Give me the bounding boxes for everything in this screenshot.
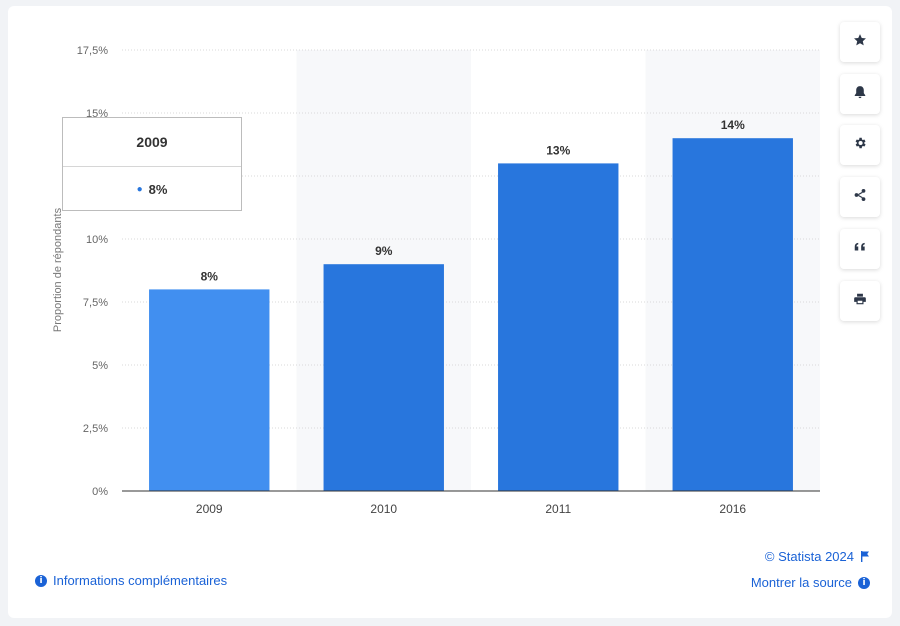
bar-2016[interactable]	[672, 138, 793, 491]
cite-button[interactable]	[840, 229, 880, 269]
bar-2009[interactable]	[149, 289, 270, 491]
print-button[interactable]	[840, 281, 880, 321]
settings-button[interactable]	[840, 125, 880, 165]
y-tick-label: 17,5%	[77, 45, 108, 57]
bar-chart: 0%2,5%5%7,5%10%12,5%15%17,5%8%20099%2010…	[52, 45, 820, 516]
bar-2010[interactable]	[323, 264, 444, 491]
x-tick-label: 2009	[196, 502, 223, 516]
show-source-label: Montrer la source	[750, 575, 852, 590]
y-tick-label: 2,5%	[83, 423, 108, 435]
chart-tooltip: 2009 ● 8%	[62, 117, 242, 211]
info-icon: i	[858, 576, 870, 589]
x-tick-label: 2016	[719, 502, 746, 516]
tooltip-value: 8%	[148, 181, 168, 197]
notification-button[interactable]	[840, 74, 880, 114]
data-label: 9%	[375, 244, 393, 258]
x-tick-label: 2010	[370, 502, 397, 516]
bell-icon	[853, 85, 867, 104]
gear-icon	[853, 136, 867, 155]
data-label: 13%	[546, 143, 570, 157]
y-tick-label: 0%	[92, 486, 108, 498]
data-label: 8%	[201, 269, 219, 283]
show-source-link[interactable]: Montrer la source i	[751, 575, 870, 590]
tooltip-title: 2009	[63, 118, 241, 167]
y-tick-label: 10%	[86, 234, 108, 246]
y-tick-label: 5%	[92, 360, 108, 372]
print-icon	[853, 292, 867, 311]
y-tick-label: 7,5%	[83, 297, 108, 309]
data-label: 14%	[721, 118, 745, 132]
statista-copyright-link[interactable]: © Statista 2024	[765, 549, 870, 564]
series-dot-icon: ●	[136, 183, 143, 195]
bar-2011[interactable]	[498, 163, 619, 491]
tooltip-body: ● 8%	[63, 167, 241, 211]
share-icon	[853, 188, 867, 207]
share-button[interactable]	[840, 177, 880, 217]
quote-icon	[853, 240, 867, 259]
more-info-link[interactable]: i Informations complémentaires	[35, 573, 227, 588]
star-icon	[853, 33, 867, 52]
favorite-button[interactable]	[840, 22, 880, 62]
info-icon: i	[35, 574, 47, 587]
x-tick-label: 2011	[545, 502, 571, 516]
y-axis-label: Proportion de répondants	[52, 207, 64, 332]
more-info-label: Informations complémentaires	[53, 573, 228, 588]
copyright-text: © Statista 2024	[764, 549, 854, 564]
flag-icon	[861, 551, 869, 562]
